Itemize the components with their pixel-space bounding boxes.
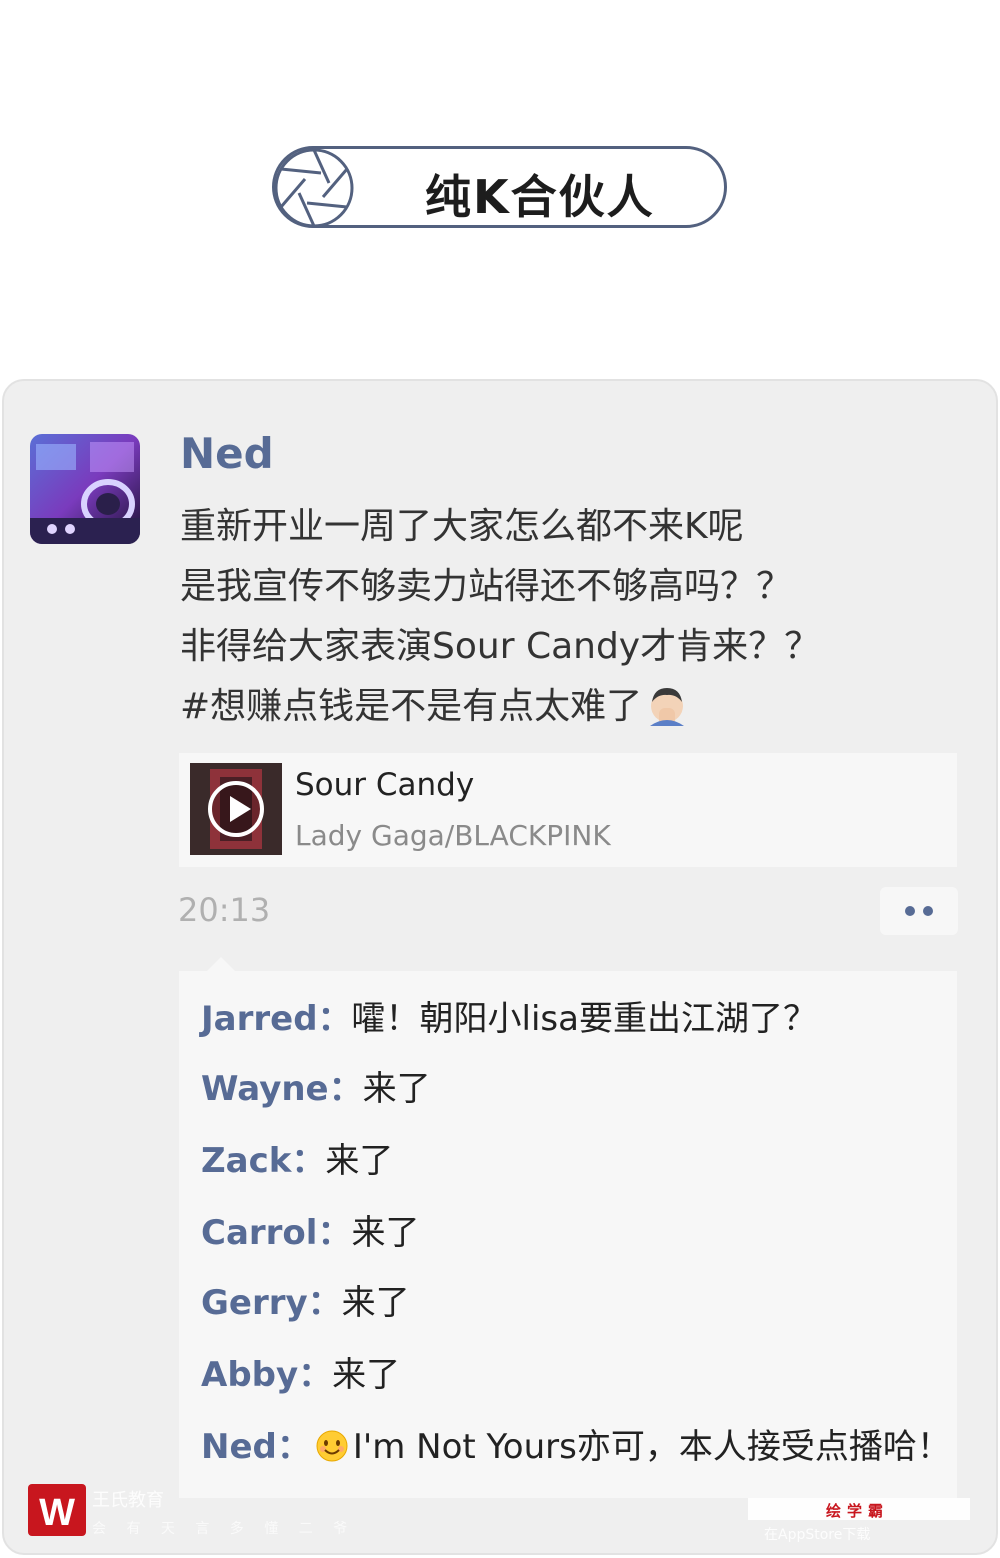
commenter-name[interactable]: Carrol	[201, 1213, 317, 1253]
comment[interactable]: Jarred：嚯！朝阳小lisa要重出江湖了？	[201, 997, 817, 1041]
comment[interactable]: Ned： I'm Not Yours亦可，本人接受点播哈！	[201, 1425, 951, 1469]
comment[interactable]: Gerry：来了	[201, 1281, 410, 1325]
album-cover	[190, 763, 282, 855]
post-line-last: #想赚点钱是不是有点太难了	[180, 677, 980, 737]
svg-text:W: W	[39, 1492, 75, 1534]
comment[interactable]: Zack：来了	[201, 1139, 393, 1183]
watermark-right-logo: 绘学霸	[826, 1502, 890, 1520]
song-title: Sour Candy	[295, 767, 475, 803]
avatar-image	[30, 434, 140, 544]
commenter-name[interactable]: Ned	[201, 1427, 277, 1467]
commenter-name[interactable]: Jarred	[201, 999, 318, 1039]
more-dots-icon[interactable]	[880, 887, 958, 935]
comment-sep: ：	[328, 1069, 363, 1109]
watermark-logo: W	[28, 1484, 86, 1536]
post-text: 重新开业一周了大家怎么都不来K呢 是我宣传不够卖力站得还不够高吗？？ 非得给大家…	[180, 497, 980, 737]
post-line: 是我宣传不够卖力站得还不够高吗？？	[180, 566, 793, 607]
commenter-name[interactable]: Zack	[201, 1141, 291, 1181]
comment-sep: ：	[276, 1427, 311, 1467]
smiling-emoji	[316, 1430, 348, 1462]
comment-text: I'm Not Yours亦可，本人接受点播哈！	[352, 1427, 951, 1467]
dot	[905, 906, 915, 916]
comment-sep: ：	[298, 1355, 333, 1395]
watermark-text: 王氏教育	[92, 1490, 164, 1511]
comment-text: 来了	[341, 1283, 410, 1323]
song-artist: Lady Gaga/BLACKPINK	[295, 819, 611, 852]
comment-text: 来了	[351, 1213, 420, 1253]
page-title: 纯K合伙人	[425, 170, 655, 224]
camera-shutter-icon	[274, 148, 354, 228]
post-author[interactable]: Ned	[180, 429, 274, 478]
facepalm-emoji	[650, 688, 685, 726]
comment[interactable]: Carrol：来了	[201, 1211, 419, 1255]
commenter-name[interactable]: Wayne	[201, 1069, 329, 1109]
watermark-subtext: 会 有 天 言 多 懂 二 爷	[92, 1521, 356, 1537]
comment[interactable]: Wayne：来了	[201, 1067, 431, 1111]
post-line: #想赚点钱是不是有点太难了	[180, 686, 643, 727]
avatar[interactable]	[30, 434, 140, 544]
comments-section: Jarred：嚯！朝阳小lisa要重出江湖了？ Wayne：来了 Zack：来了…	[179, 957, 957, 1498]
comment-text: 来了	[362, 1069, 431, 1109]
comment-text: 来了	[332, 1355, 401, 1395]
post-time: 20:13	[178, 891, 271, 929]
watermark-right-text: 在AppStore下载	[764, 1527, 871, 1543]
dot	[923, 906, 933, 916]
comment-sep: ：	[317, 999, 352, 1039]
commenter-name[interactable]: Gerry	[201, 1283, 308, 1323]
music-card[interactable]: Sour Candy Lady Gaga/BLACKPINK	[179, 753, 957, 867]
title-pill: 纯K合伙人	[272, 146, 727, 228]
comment-sep: ：	[291, 1141, 326, 1181]
post-line: 重新开业一周了大家怎么都不来K呢	[180, 506, 744, 547]
watermark-w-icon: W	[39, 1492, 75, 1534]
post-line: 非得给大家表演Sour Candy才肯来？？	[180, 626, 821, 667]
moment-card: Ned 重新开业一周了大家怎么都不来K呢 是我宣传不够卖力站得还不够高吗？？ 非…	[2, 379, 998, 1555]
comment-sep: ：	[307, 1283, 342, 1323]
comment-text: 来了	[325, 1141, 394, 1181]
play-icon[interactable]	[206, 779, 266, 839]
comment[interactable]: Abby：来了	[201, 1353, 400, 1397]
comment-text: 嚯！朝阳小lisa要重出江湖了？	[351, 999, 817, 1039]
commenter-name[interactable]: Abby	[201, 1355, 298, 1395]
comment-sep: ：	[317, 1213, 352, 1253]
